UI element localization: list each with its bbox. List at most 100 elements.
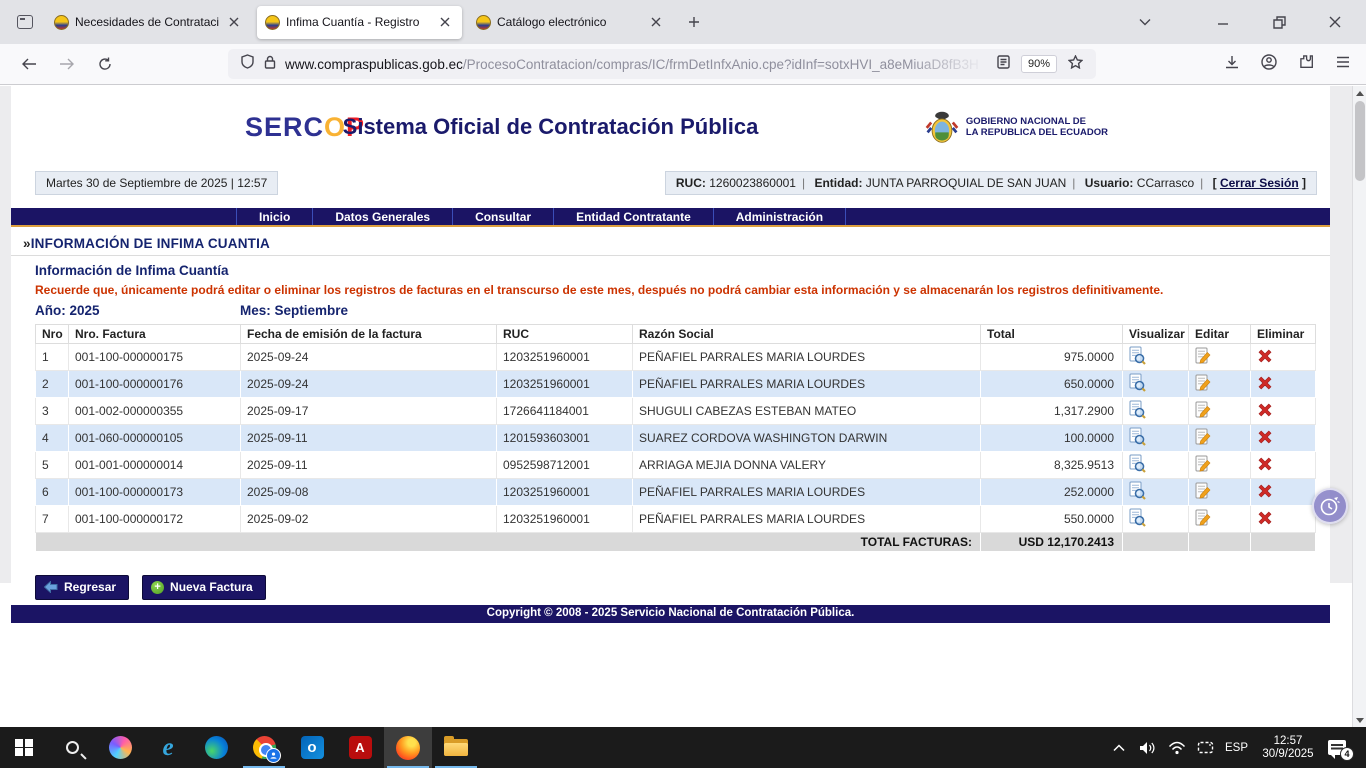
column-header: Razón Social (633, 325, 981, 344)
taskbar-search-button[interactable] (48, 727, 96, 768)
scrollbar-thumb[interactable] (1355, 101, 1365, 181)
eliminar-icon[interactable] (1257, 375, 1273, 391)
eliminar-icon[interactable] (1257, 483, 1273, 499)
visualizar-icon[interactable] (1129, 427, 1146, 446)
url-bar[interactable]: www.compraspublicas.gob.ec/ProcesoContra… (228, 49, 1096, 79)
eliminar-icon[interactable] (1257, 402, 1273, 418)
visualizar-icon[interactable] (1129, 508, 1146, 527)
table-header-row: NroNro. FacturaFecha de emisión de la fa… (36, 325, 1316, 344)
editar-icon[interactable] (1195, 428, 1211, 446)
close-tab-icon[interactable] (225, 13, 243, 31)
cell-fecha-emision: 2025-09-02 (241, 506, 497, 533)
tab-necesidades[interactable]: Necesidades de Contratación y (46, 6, 251, 39)
editar-icon[interactable] (1195, 509, 1211, 527)
menu-item-consultar[interactable]: Consultar (452, 208, 553, 225)
chrome-button[interactable] (240, 727, 288, 768)
zoom-level-badge[interactable]: 90% (1021, 55, 1057, 73)
internet-explorer-button[interactable]: e (144, 727, 192, 768)
visualizar-icon[interactable] (1129, 346, 1146, 365)
time-tracker-widget[interactable] (1312, 488, 1348, 524)
start-button[interactable] (0, 727, 48, 768)
tab-catalogo[interactable]: Catálogo electrónico (468, 6, 673, 39)
url-text[interactable]: www.compraspublicas.gob.ec/ProcesoContra… (285, 57, 992, 72)
url-host: www.compraspublicas.gob.ec (285, 57, 463, 72)
cell-fecha-emision: 2025-09-08 (241, 479, 497, 506)
bookmark-star-icon[interactable] (1068, 55, 1083, 74)
eliminar-icon[interactable] (1257, 456, 1273, 472)
eliminar-icon[interactable] (1257, 510, 1273, 526)
visualizar-icon[interactable] (1129, 373, 1146, 392)
menu-item-datos-generales[interactable]: Datos Generales (312, 208, 452, 225)
close-window-button[interactable] (1320, 8, 1350, 36)
account-icon[interactable] (1261, 54, 1277, 75)
taskbar-date: 30/9/2025 (1257, 748, 1319, 761)
scroll-down-arrow[interactable] (1353, 713, 1366, 727)
eliminar-icon[interactable] (1257, 348, 1273, 364)
menu-item-entidad-contratante[interactable]: Entidad Contratante (553, 208, 713, 225)
menu-icon[interactable] (1336, 55, 1350, 73)
visualizar-icon[interactable] (1129, 400, 1146, 419)
editar-icon[interactable] (1195, 374, 1211, 392)
reload-button[interactable] (90, 50, 120, 78)
lock-icon[interactable] (264, 55, 276, 74)
new-tab-button[interactable] (681, 9, 707, 35)
minimize-button[interactable] (1208, 8, 1238, 36)
cell-total: 550.0000 (981, 506, 1123, 533)
language-indicator[interactable]: ESP (1225, 742, 1248, 754)
firefox-button[interactable] (384, 727, 432, 768)
display-icon[interactable] (1196, 741, 1216, 754)
browser-tabbar: Necesidades de Contratación y Infima Cua… (0, 0, 1366, 44)
editar-icon[interactable] (1195, 482, 1211, 500)
taskbar-clock[interactable]: 12:57 30/9/2025 (1257, 735, 1319, 761)
scroll-up-arrow[interactable] (1353, 86, 1366, 100)
shield-icon[interactable] (241, 54, 254, 74)
ecuador-favicon (54, 15, 69, 30)
regresar-button[interactable]: Regresar (35, 575, 129, 600)
nueva-factura-button[interactable]: + Nueva Factura (142, 575, 266, 600)
outlook-button[interactable]: o (288, 727, 336, 768)
editar-icon[interactable] (1195, 401, 1211, 419)
acrobat-icon: A (349, 736, 372, 759)
invoice-row: 5 001-001-000000014 2025-09-11 095259871… (36, 452, 1316, 479)
editar-icon[interactable] (1195, 347, 1211, 365)
file-explorer-button[interactable] (432, 727, 480, 768)
copilot-button[interactable] (96, 727, 144, 768)
close-tab-icon[interactable] (647, 13, 665, 31)
acrobat-button[interactable]: A (336, 727, 384, 768)
menu-item-administracion[interactable]: Administración (713, 208, 846, 225)
speaker-icon[interactable] (1138, 741, 1158, 755)
system-tray: ESP 12:57 30/9/2025 4 (1109, 727, 1366, 768)
restore-button[interactable] (1264, 8, 1294, 36)
forward-button[interactable] (52, 50, 82, 78)
menu-item-inicio[interactable]: Inicio (236, 208, 312, 225)
tray-chevron-icon[interactable] (1109, 744, 1129, 752)
wifi-icon[interactable] (1167, 741, 1187, 755)
column-header: Eliminar (1251, 325, 1316, 344)
visualizar-icon[interactable] (1129, 454, 1146, 473)
extensions-icon[interactable] (1299, 54, 1314, 74)
breadcrumb: »INFORMACIÓN DE INFIMA CUANTIA (11, 235, 1330, 256)
notification-center-button[interactable]: 4 (1328, 737, 1354, 759)
close-tab-icon[interactable] (436, 13, 454, 31)
tab-infima-cuantia[interactable]: Infima Cuantía - Registro (257, 6, 462, 39)
logout-link[interactable]: Cerrar Sesión (1220, 176, 1299, 190)
cell-razon-social: PEÑAFIEL PARRALES MARIA LOURDES (633, 506, 981, 533)
back-button[interactable] (14, 50, 44, 78)
editar-icon[interactable] (1195, 455, 1211, 473)
edge-button[interactable] (192, 727, 240, 768)
cell-ruc: 1203251960001 (497, 371, 633, 398)
cell-fecha-emision: 2025-09-24 (241, 344, 497, 371)
cell-nro: 3 (36, 398, 69, 425)
tab-list-chevron-button[interactable] (1130, 8, 1160, 36)
cell-nro-factura: 001-100-000000173 (69, 479, 241, 506)
reader-mode-icon[interactable] (997, 55, 1010, 74)
eliminar-icon[interactable] (1257, 429, 1273, 445)
column-header: Editar (1189, 325, 1251, 344)
page-scrollbar[interactable] (1352, 86, 1366, 727)
firefox-view-button[interactable] (10, 8, 40, 36)
download-icon[interactable] (1225, 55, 1239, 74)
invoice-row: 2 001-100-000000176 2025-09-24 120325196… (36, 371, 1316, 398)
visualizar-icon[interactable] (1129, 481, 1146, 500)
gov-logo: GOBIERNO NACIONAL DELA REPUBLICA DEL ECU… (924, 108, 1108, 146)
info-row: Martes 30 de Septiembre de 2025 | 12:57 … (11, 171, 1330, 201)
